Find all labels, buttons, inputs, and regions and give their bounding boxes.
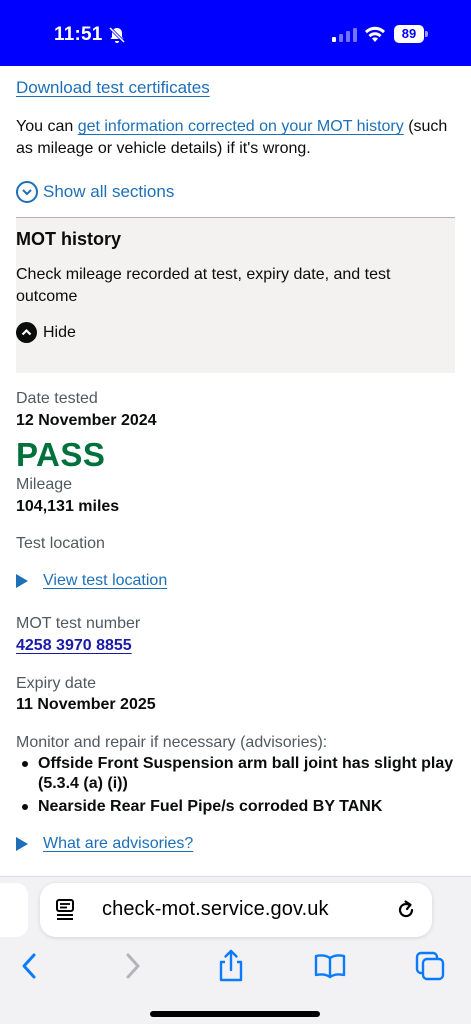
- chevron-up-icon: [16, 322, 37, 343]
- bell-slash-icon: [108, 26, 126, 44]
- advisory-item: Nearside Rear Fuel Pipe/s corroded BY TA…: [16, 797, 456, 817]
- triangle-right-icon: [16, 574, 28, 588]
- expiry-date-label: Expiry date: [16, 675, 97, 692]
- mileage-value: 104,131 miles: [16, 498, 120, 515]
- battery-tip: [425, 31, 428, 37]
- cellular-signal-icon: [332, 28, 357, 42]
- correction-paragraph: You can get information corrected on you…: [16, 116, 456, 160]
- battery-level: 89: [394, 25, 424, 43]
- bookmarks-button[interactable]: [312, 949, 348, 983]
- reload-icon[interactable]: [394, 898, 418, 922]
- clock: 11:51: [54, 24, 103, 45]
- chevron-down-icon: [16, 181, 38, 203]
- mot-test-number-label: MOT test number: [16, 615, 141, 632]
- view-test-location-label: View test location: [43, 572, 168, 589]
- mot-test-number-link[interactable]: 4258 3970 8855: [16, 637, 132, 655]
- browser-chrome: check-mot.service.gov.uk: [0, 876, 471, 1024]
- advisories-label: Monitor and repair if necessary (advisor…: [16, 734, 328, 751]
- bookmarks-icon: [314, 954, 346, 979]
- forward-button[interactable]: [114, 949, 150, 983]
- correction-link[interactable]: get information corrected on your MOT hi…: [78, 118, 404, 135]
- what-are-advisories-toggle[interactable]: What are advisories?: [16, 835, 193, 853]
- hide-label: Hide: [43, 323, 76, 341]
- browser-toolbar: [0, 949, 471, 983]
- home-indicator: [150, 1011, 320, 1017]
- download-certificates-link[interactable]: Download test certificates: [16, 78, 210, 98]
- triangle-right-icon: [16, 837, 28, 851]
- battery-indicator: 89: [394, 25, 428, 43]
- back-button[interactable]: [12, 949, 48, 983]
- accordion-summary: Check mileage recorded at test, expiry d…: [16, 266, 391, 305]
- date-tested-label: Date tested: [16, 390, 98, 407]
- advisory-list: Offside Front Suspension arm ball joint …: [16, 754, 456, 820]
- share-button[interactable]: [213, 949, 249, 983]
- tabs-icon: [415, 951, 445, 981]
- show-all-sections-button[interactable]: Show all sections: [16, 179, 174, 205]
- mileage-label: Mileage: [16, 476, 73, 493]
- mot-history-accordion: MOT history Check mileage recorded at te…: [16, 217, 455, 373]
- test-result: PASS: [16, 436, 106, 473]
- advisory-item: Offside Front Suspension arm ball joint …: [16, 754, 456, 794]
- expiry-date-value: 11 November 2025: [16, 696, 156, 713]
- date-tested-value: 12 November 2024: [16, 412, 157, 429]
- status-bar: 11:51 89: [0, 0, 471, 66]
- reader-mode-icon[interactable]: [54, 897, 78, 923]
- page-content: Download test certificates You can get i…: [0, 66, 471, 876]
- view-test-location-toggle[interactable]: View test location: [16, 572, 167, 590]
- accordion-title[interactable]: MOT history: [16, 229, 121, 250]
- back-icon: [22, 953, 36, 979]
- url-text: check-mot.service.gov.uk: [102, 898, 329, 920]
- hide-toggle[interactable]: Hide: [16, 322, 76, 343]
- show-all-sections-label: Show all sections: [43, 182, 175, 201]
- tabs-button[interactable]: [412, 949, 448, 983]
- previous-tab-preview[interactable]: [0, 883, 28, 937]
- address-bar[interactable]: check-mot.service.gov.uk: [40, 883, 432, 937]
- share-icon: [219, 949, 243, 982]
- what-are-advisories-label: What are advisories?: [43, 835, 194, 852]
- forward-icon: [126, 953, 140, 979]
- test-location-label: Test location: [16, 535, 105, 552]
- wifi-icon: [365, 26, 385, 42]
- correction-prefix: You can: [16, 118, 78, 135]
